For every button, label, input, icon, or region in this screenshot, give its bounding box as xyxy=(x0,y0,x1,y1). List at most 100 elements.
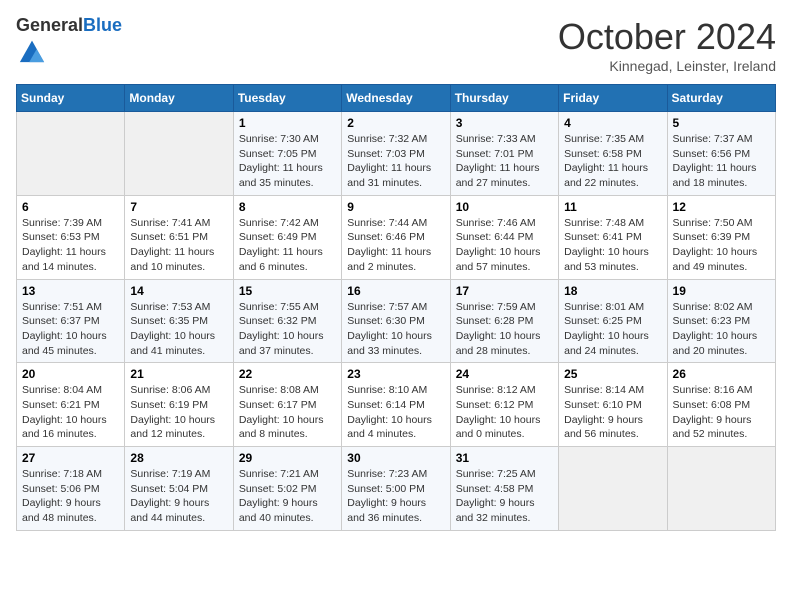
day-info: Sunrise: 7:59 AM Sunset: 6:28 PM Dayligh… xyxy=(456,300,553,359)
day-number: 28 xyxy=(130,451,227,465)
day-number: 31 xyxy=(456,451,553,465)
day-info: Sunrise: 8:04 AM Sunset: 6:21 PM Dayligh… xyxy=(22,383,119,442)
day-number: 21 xyxy=(130,367,227,381)
day-info: Sunrise: 7:48 AM Sunset: 6:41 PM Dayligh… xyxy=(564,216,661,275)
day-number: 23 xyxy=(347,367,444,381)
day-number: 12 xyxy=(673,200,770,214)
calendar-cell: 10Sunrise: 7:46 AM Sunset: 6:44 PM Dayli… xyxy=(450,195,558,279)
day-number: 17 xyxy=(456,284,553,298)
day-info: Sunrise: 7:19 AM Sunset: 5:04 PM Dayligh… xyxy=(130,467,227,526)
day-number: 8 xyxy=(239,200,336,214)
day-info: Sunrise: 7:32 AM Sunset: 7:03 PM Dayligh… xyxy=(347,132,444,191)
calendar-cell: 7Sunrise: 7:41 AM Sunset: 6:51 PM Daylig… xyxy=(125,195,233,279)
week-row-1: 1 Sunrise: 7:30 AM Sunset: 7:05 PM Daylig… xyxy=(17,112,776,196)
logo: GeneralBlue xyxy=(16,16,122,69)
day-info: Sunrise: 7:55 AM Sunset: 6:32 PM Dayligh… xyxy=(239,300,336,359)
day-info: Sunrise: 8:02 AM Sunset: 6:23 PM Dayligh… xyxy=(673,300,770,359)
weekday-header-tuesday: Tuesday xyxy=(233,85,341,112)
day-info: Sunrise: 7:30 AM Sunset: 7:05 PM Dayligh… xyxy=(239,132,336,191)
day-info: Sunrise: 8:01 AM Sunset: 6:25 PM Dayligh… xyxy=(564,300,661,359)
day-info: Sunrise: 7:42 AM Sunset: 6:49 PM Dayligh… xyxy=(239,216,336,275)
calendar-cell: 13 Sunrise: 7:51 AM Sunset: 6:37 PM Dayli… xyxy=(17,279,125,363)
logo-blue: Blue xyxy=(83,15,122,35)
day-number: 5 xyxy=(673,116,770,130)
day-number: 15 xyxy=(239,284,336,298)
weekday-header-sunday: Sunday xyxy=(17,85,125,112)
calendar-cell: 24Sunrise: 8:12 AM Sunset: 6:12 PM Dayli… xyxy=(450,363,558,447)
calendar-cell: 9 Sunrise: 7:44 AM Sunset: 6:46 PM Daylig… xyxy=(342,195,450,279)
day-number: 29 xyxy=(239,451,336,465)
title-area: October 2024 Kinnegad, Leinster, Ireland xyxy=(558,16,776,74)
calendar-cell: 28 Sunrise: 7:19 AM Sunset: 5:04 PM Dayli… xyxy=(125,447,233,531)
calendar-cell: 26 Sunrise: 8:16 AM Sunset: 6:08 PM Dayli… xyxy=(667,363,775,447)
calendar-cell: 30Sunrise: 7:23 AM Sunset: 5:00 PM Dayli… xyxy=(342,447,450,531)
logo-icon xyxy=(18,36,46,64)
calendar-cell: 11 Sunrise: 7:48 AM Sunset: 6:41 PM Dayli… xyxy=(559,195,667,279)
calendar-cell xyxy=(125,112,233,196)
week-row-4: 20 Sunrise: 8:04 AM Sunset: 6:21 PM Dayli… xyxy=(17,363,776,447)
logo-general: General xyxy=(16,15,83,35)
weekday-header-wednesday: Wednesday xyxy=(342,85,450,112)
calendar-cell: 21Sunrise: 8:06 AM Sunset: 6:19 PM Dayli… xyxy=(125,363,233,447)
calendar-cell: 16 Sunrise: 7:57 AM Sunset: 6:30 PM Dayli… xyxy=(342,279,450,363)
day-number: 9 xyxy=(347,200,444,214)
week-row-3: 13 Sunrise: 7:51 AM Sunset: 6:37 PM Dayli… xyxy=(17,279,776,363)
day-number: 1 xyxy=(239,116,336,130)
day-info: Sunrise: 7:25 AM Sunset: 4:58 PM Dayligh… xyxy=(456,467,553,526)
day-info: Sunrise: 7:53 AM Sunset: 6:35 PM Dayligh… xyxy=(130,300,227,359)
week-row-5: 27Sunrise: 7:18 AM Sunset: 5:06 PM Dayli… xyxy=(17,447,776,531)
calendar-cell: 25Sunrise: 8:14 AM Sunset: 6:10 PM Dayli… xyxy=(559,363,667,447)
day-number: 20 xyxy=(22,367,119,381)
calendar-cell: 15 Sunrise: 7:55 AM Sunset: 6:32 PM Dayli… xyxy=(233,279,341,363)
day-number: 26 xyxy=(673,367,770,381)
week-row-2: 6Sunrise: 7:39 AM Sunset: 6:53 PM Daylig… xyxy=(17,195,776,279)
calendar-cell xyxy=(559,447,667,531)
calendar-cell: 23 Sunrise: 8:10 AM Sunset: 6:14 PM Dayli… xyxy=(342,363,450,447)
day-number: 7 xyxy=(130,200,227,214)
day-number: 6 xyxy=(22,200,119,214)
calendar-cell xyxy=(667,447,775,531)
day-number: 13 xyxy=(22,284,119,298)
month-title: October 2024 xyxy=(558,16,776,58)
day-number: 11 xyxy=(564,200,661,214)
calendar-cell: 3Sunrise: 7:33 AM Sunset: 7:01 PM Daylig… xyxy=(450,112,558,196)
weekday-header-friday: Friday xyxy=(559,85,667,112)
calendar-cell: 29 Sunrise: 7:21 AM Sunset: 5:02 PM Dayli… xyxy=(233,447,341,531)
day-info: Sunrise: 7:37 AM Sunset: 6:56 PM Dayligh… xyxy=(673,132,770,191)
day-number: 4 xyxy=(564,116,661,130)
calendar-cell: 14 Sunrise: 7:53 AM Sunset: 6:35 PM Dayli… xyxy=(125,279,233,363)
day-info: Sunrise: 7:23 AM Sunset: 5:00 PM Dayligh… xyxy=(347,467,444,526)
calendar-cell: 12 Sunrise: 7:50 AM Sunset: 6:39 PM Dayli… xyxy=(667,195,775,279)
day-number: 18 xyxy=(564,284,661,298)
day-number: 2 xyxy=(347,116,444,130)
calendar-cell: 8 Sunrise: 7:42 AM Sunset: 6:49 PM Daylig… xyxy=(233,195,341,279)
day-number: 14 xyxy=(130,284,227,298)
day-info: Sunrise: 7:21 AM Sunset: 5:02 PM Dayligh… xyxy=(239,467,336,526)
day-info: Sunrise: 8:14 AM Sunset: 6:10 PM Dayligh… xyxy=(564,383,661,442)
location: Kinnegad, Leinster, Ireland xyxy=(558,58,776,74)
day-info: Sunrise: 7:51 AM Sunset: 6:37 PM Dayligh… xyxy=(22,300,119,359)
weekday-header-thursday: Thursday xyxy=(450,85,558,112)
calendar-cell: 4 Sunrise: 7:35 AM Sunset: 6:58 PM Daylig… xyxy=(559,112,667,196)
calendar-cell: 31 Sunrise: 7:25 AM Sunset: 4:58 PM Dayli… xyxy=(450,447,558,531)
day-number: 27 xyxy=(22,451,119,465)
calendar-cell: 18 Sunrise: 8:01 AM Sunset: 6:25 PM Dayli… xyxy=(559,279,667,363)
day-info: Sunrise: 7:50 AM Sunset: 6:39 PM Dayligh… xyxy=(673,216,770,275)
day-info: Sunrise: 8:08 AM Sunset: 6:17 PM Dayligh… xyxy=(239,383,336,442)
calendar-cell: 5 Sunrise: 7:37 AM Sunset: 6:56 PM Daylig… xyxy=(667,112,775,196)
day-number: 22 xyxy=(239,367,336,381)
day-info: Sunrise: 7:44 AM Sunset: 6:46 PM Dayligh… xyxy=(347,216,444,275)
day-info: Sunrise: 7:57 AM Sunset: 6:30 PM Dayligh… xyxy=(347,300,444,359)
day-number: 19 xyxy=(673,284,770,298)
calendar-cell: 1 Sunrise: 7:30 AM Sunset: 7:05 PM Daylig… xyxy=(233,112,341,196)
day-info: Sunrise: 8:10 AM Sunset: 6:14 PM Dayligh… xyxy=(347,383,444,442)
day-info: Sunrise: 7:35 AM Sunset: 6:58 PM Dayligh… xyxy=(564,132,661,191)
calendar-cell: 20 Sunrise: 8:04 AM Sunset: 6:21 PM Dayli… xyxy=(17,363,125,447)
day-number: 16 xyxy=(347,284,444,298)
day-info: Sunrise: 8:12 AM Sunset: 6:12 PM Dayligh… xyxy=(456,383,553,442)
weekday-header-row: SundayMondayTuesdayWednesdayThursdayFrid… xyxy=(17,85,776,112)
calendar-cell: 6Sunrise: 7:39 AM Sunset: 6:53 PM Daylig… xyxy=(17,195,125,279)
day-info: Sunrise: 8:16 AM Sunset: 6:08 PM Dayligh… xyxy=(673,383,770,442)
day-number: 10 xyxy=(456,200,553,214)
calendar-cell: 2 Sunrise: 7:32 AM Sunset: 7:03 PM Daylig… xyxy=(342,112,450,196)
